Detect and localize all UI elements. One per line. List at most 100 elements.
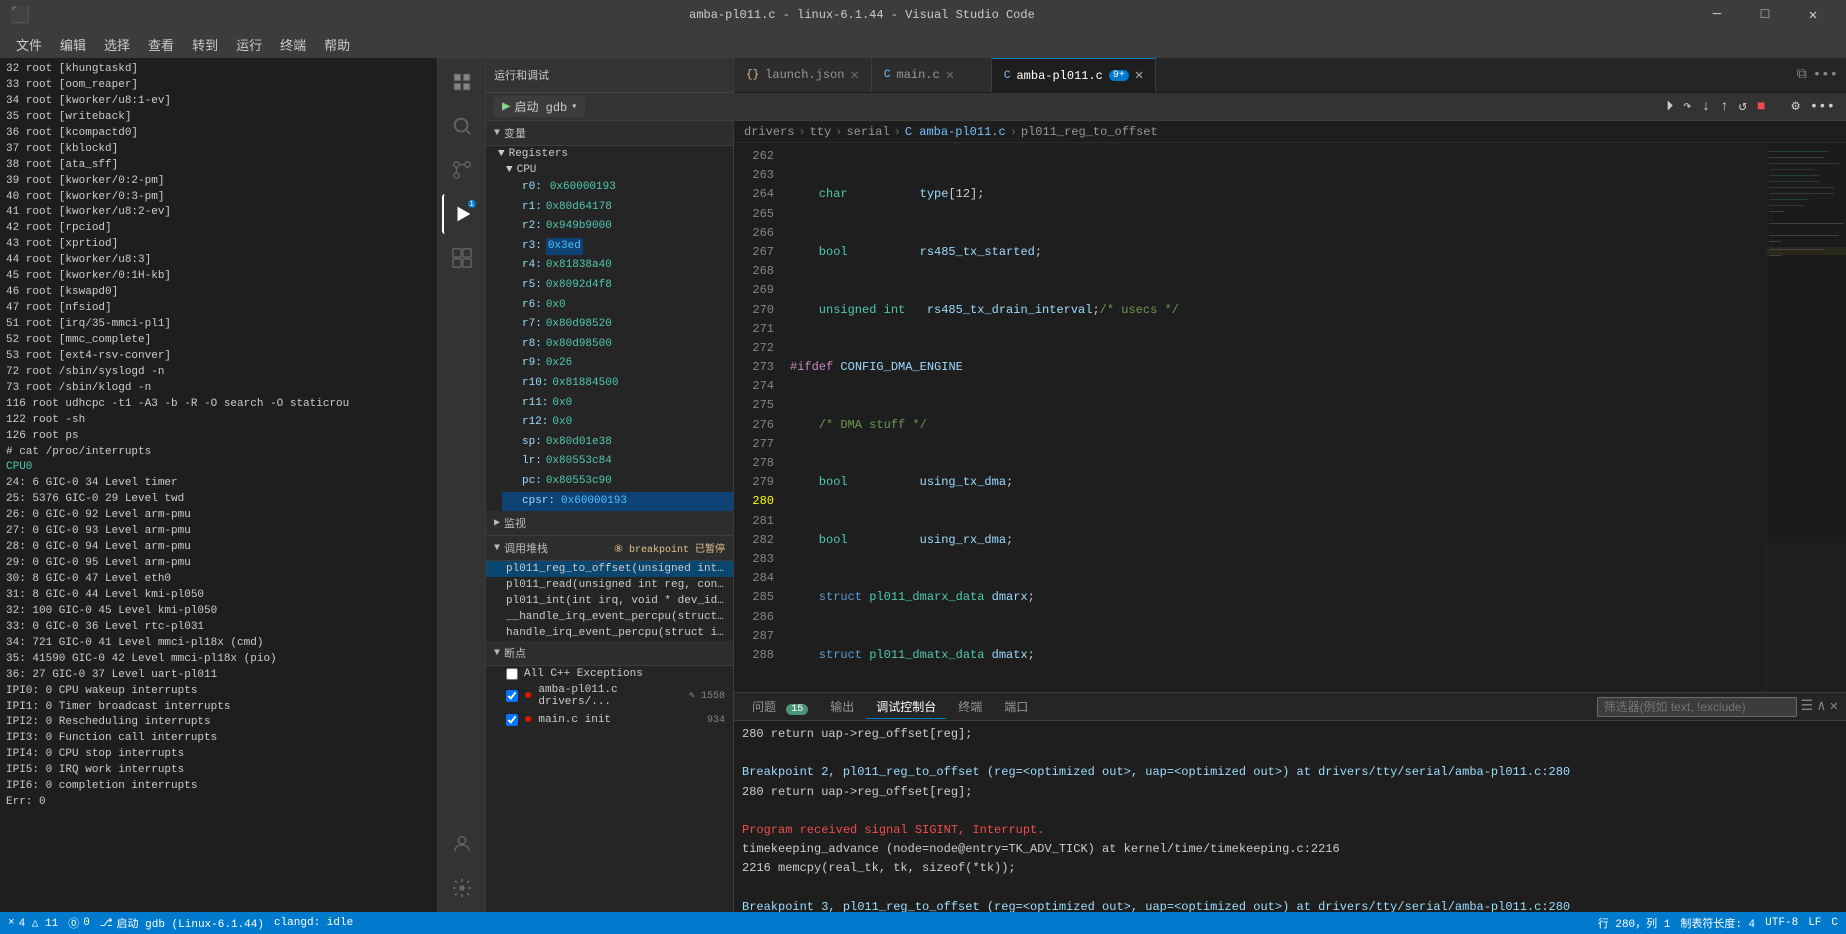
activity-extensions[interactable] [442, 238, 482, 278]
reg-r7[interactable]: r7: 0x80d98520 [502, 315, 733, 335]
reg-cpsr[interactable]: cpsr: 0x60000193 [502, 492, 733, 512]
split-editor-icon[interactable]: ⧉ [1797, 67, 1807, 83]
activity-explorer[interactable] [442, 62, 482, 102]
menu-go[interactable]: 转到 [184, 32, 226, 57]
variables-header[interactable]: ▼ 变量 [486, 121, 733, 146]
tab-close-main[interactable]: ✕ [946, 67, 954, 84]
reg-r6[interactable]: r6: 0x0 [502, 296, 733, 316]
menu-edit[interactable]: 编辑 [52, 32, 94, 57]
breadcrumb-part-3[interactable]: serial [846, 125, 889, 139]
breadcrumb-part-5[interactable]: pl011_reg_to_offset [1021, 125, 1158, 139]
reg-r5[interactable]: r5: 0x8092d4f8 [502, 276, 733, 296]
bp-checkbox-cpp[interactable] [506, 668, 518, 680]
bp-all-cpp[interactable]: All C++ Exceptions [486, 666, 733, 682]
tab-debug-console[interactable]: 调试控制台 [866, 695, 946, 719]
activity-settings[interactable] [442, 868, 482, 908]
breadcrumb-part-1[interactable]: drivers [744, 125, 794, 139]
settings-btn[interactable]: ⚙ [1788, 95, 1802, 118]
status-line-col[interactable]: 行 280，列 1 [1598, 915, 1671, 931]
menu-run[interactable]: 运行 [228, 32, 270, 57]
code-content[interactable]: char type[12]; bool rs485_tx_started; un… [782, 143, 1766, 692]
reg-r2[interactable]: r2: 0x949b9000 [502, 217, 733, 237]
bp-edit-icon[interactable]: ✎ [689, 690, 695, 702]
bp-checkbox-amba[interactable] [506, 690, 518, 702]
filter-input[interactable] [1597, 697, 1797, 717]
tab-ports[interactable]: 端口 [994, 695, 1038, 718]
breadcrumb-part-4[interactable]: C amba-pl011.c [905, 125, 1006, 139]
restart-btn[interactable]: ↺ [1736, 95, 1750, 118]
reg-pc[interactable]: pc: 0x80553c90 [502, 472, 733, 492]
step-into-btn[interactable]: ↓ [1699, 96, 1713, 118]
reg-r4[interactable]: r4: 0x81838a40 [502, 256, 733, 276]
menu-view[interactable]: 查看 [140, 32, 182, 57]
activity-search[interactable] [442, 106, 482, 146]
code-lines[interactable]: 262 263 264 265 266 267 268 269 270 271 … [734, 143, 1846, 692]
more-btn[interactable]: ••• [1807, 96, 1838, 118]
registers-header[interactable]: ▼ Registers [494, 146, 733, 162]
tab-problems[interactable]: 问题 15 [742, 695, 818, 718]
stop-btn[interactable]: ■ [1754, 96, 1768, 118]
reg-r8[interactable]: r8: 0x80d98500 [502, 335, 733, 355]
activity-account[interactable] [442, 824, 482, 864]
breadcrumb-part-2[interactable]: tty [810, 125, 832, 139]
tab-close-launch[interactable]: ✕ [850, 67, 858, 84]
continue-btn[interactable]: ⏵ [1663, 96, 1676, 118]
reg-r0[interactable]: r0: 0x60000193 [502, 178, 733, 198]
stack-item-2[interactable]: pl011_int(int irq, void * dev_id) a [486, 593, 733, 609]
tab-icon-main: C [884, 69, 891, 81]
reg-r1[interactable]: r1: 0x80d64178 [502, 198, 733, 218]
stack-item-1[interactable]: pl011_read(unsigned int reg, const stru [486, 577, 733, 593]
status-debug[interactable]: × 4 △ 11 [8, 916, 58, 930]
run-icon: ▶ [502, 98, 510, 115]
reg-r11[interactable]: r11: 0x0 [502, 394, 733, 414]
reg-lr[interactable]: lr: 0x80553c84 [502, 452, 733, 472]
status-eol[interactable]: LF [1808, 917, 1821, 929]
callstack-header[interactable]: ▼ 调用堆栈 ⑧ breakpoint 已暂停 [486, 536, 733, 561]
minimize-button[interactable]: ─ [1694, 0, 1740, 30]
activity-source-control[interactable] [442, 150, 482, 190]
bp-main-c[interactable]: ● main.c init 934 [486, 710, 733, 730]
stack-item-4[interactable]: handle_irq_event_percpu(struct irq_desc [486, 625, 733, 641]
reg-r9[interactable]: r9: 0x26 [502, 354, 733, 374]
bp-amba[interactable]: ● amba-pl011.c drivers/... ✎ 1558 [486, 682, 733, 710]
status-git[interactable]: ⓪ 0 [68, 915, 90, 931]
cpu-header[interactable]: ▼ CPU [502, 162, 733, 178]
reg-r12[interactable]: r12: 0x0 [502, 413, 733, 433]
status-language[interactable]: C [1831, 917, 1838, 929]
stack-item-0[interactable]: pl011_reg_to_offset(unsigned int reg, c [486, 561, 733, 577]
menu-select[interactable]: 选择 [96, 32, 138, 57]
status-clangd[interactable]: clangd: idle [274, 917, 353, 929]
reg-sp[interactable]: sp: 0x80d01e38 [502, 433, 733, 453]
reg-r10[interactable]: r10: 0x81884500 [502, 374, 733, 394]
tab-output[interactable]: 输出 [820, 695, 864, 718]
step-out-btn[interactable]: ↑ [1717, 96, 1731, 118]
tab-terminal[interactable]: 终端 [948, 695, 992, 718]
tab-launch-json[interactable]: {} launch.json ✕ [734, 58, 872, 92]
close-button[interactable]: ✕ [1790, 0, 1836, 30]
more-actions-icon[interactable]: ••• [1813, 67, 1838, 83]
breakpoints-header[interactable]: ▼ 断点 [486, 641, 733, 666]
menu-help[interactable]: 帮助 [316, 32, 358, 57]
monitor-header[interactable]: ▶ 监视 [486, 511, 733, 536]
status-gdb[interactable]: ⎇ 启动 gdb (Linux-6.1.44) [100, 915, 264, 931]
status-tab-size[interactable]: 制表符长度: 4 [1680, 915, 1755, 931]
activity-debug[interactable]: 1 [442, 194, 482, 234]
maximize-button[interactable]: □ [1742, 0, 1788, 30]
panel-close-icon[interactable]: ✕ [1830, 698, 1838, 715]
terminal-content[interactable]: 32 root [khungtaskd] 33 root [oom_reaper… [0, 58, 437, 912]
registers-arrow: ▼ [498, 148, 505, 160]
tab-main-c[interactable]: C main.c ✕ [872, 58, 992, 92]
tab-close-amba[interactable]: ✕ [1135, 67, 1143, 84]
step-over-btn[interactable]: ↷ [1680, 95, 1694, 118]
terminal-line: 33 root [oom_reaper] [6, 78, 431, 94]
menu-file[interactable]: 文件 [8, 32, 50, 57]
filter-list-icon[interactable]: ☰ [1801, 698, 1814, 715]
run-control-group[interactable]: ▶ 启动 gdb ▾ [494, 96, 585, 117]
bp-checkbox-main[interactable] [506, 714, 518, 726]
menu-terminal[interactable]: 终端 [272, 32, 314, 57]
tab-amba-pl011[interactable]: C amba-pl011.c 9+ ✕ [992, 58, 1156, 92]
stack-item-3[interactable]: __handle_irq_event_percpu(struct irq_de [486, 609, 733, 625]
reg-r3[interactable]: r3: 0x3ed [502, 237, 733, 257]
panel-up-icon[interactable]: ∧ [1817, 698, 1825, 715]
status-encoding[interactable]: UTF-8 [1765, 917, 1798, 929]
